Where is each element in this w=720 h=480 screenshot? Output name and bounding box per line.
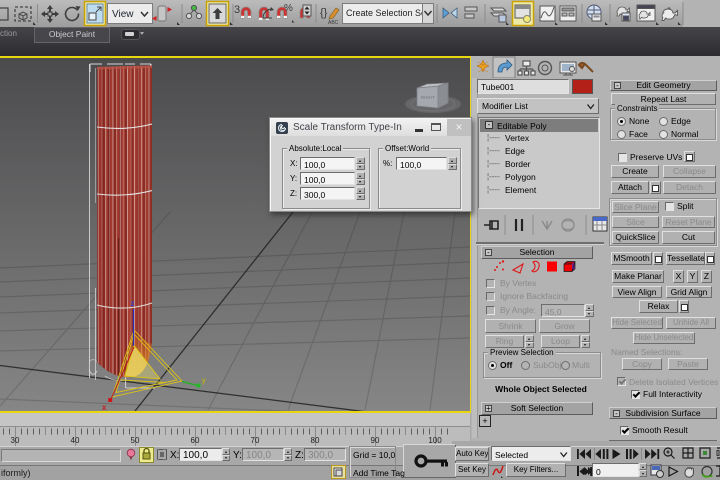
svg-text:Create Selection Se: Create Selection Se — [346, 8, 426, 18]
svg-text:70: 70 — [251, 436, 260, 445]
svg-text:60: 60 — [191, 436, 200, 445]
svg-text:z: z — [131, 299, 135, 308]
svg-text:90: 90 — [371, 436, 380, 445]
svg-text:%: % — [284, 3, 293, 14]
svg-text:y: y — [202, 376, 207, 385]
svg-text:RIGHT: RIGHT — [421, 95, 435, 100]
svg-text:{}: {} — [320, 7, 328, 19]
svg-text:View: View — [112, 9, 134, 20]
svg-text:ABC: ABC — [328, 20, 339, 26]
svg-text:50: 50 — [131, 436, 140, 445]
svg-text:30: 30 — [11, 436, 20, 445]
svg-text:80: 80 — [311, 436, 320, 445]
svg-text:3: 3 — [234, 4, 240, 16]
svg-text:40: 40 — [71, 436, 80, 445]
svg-text:x: x — [102, 403, 107, 411]
